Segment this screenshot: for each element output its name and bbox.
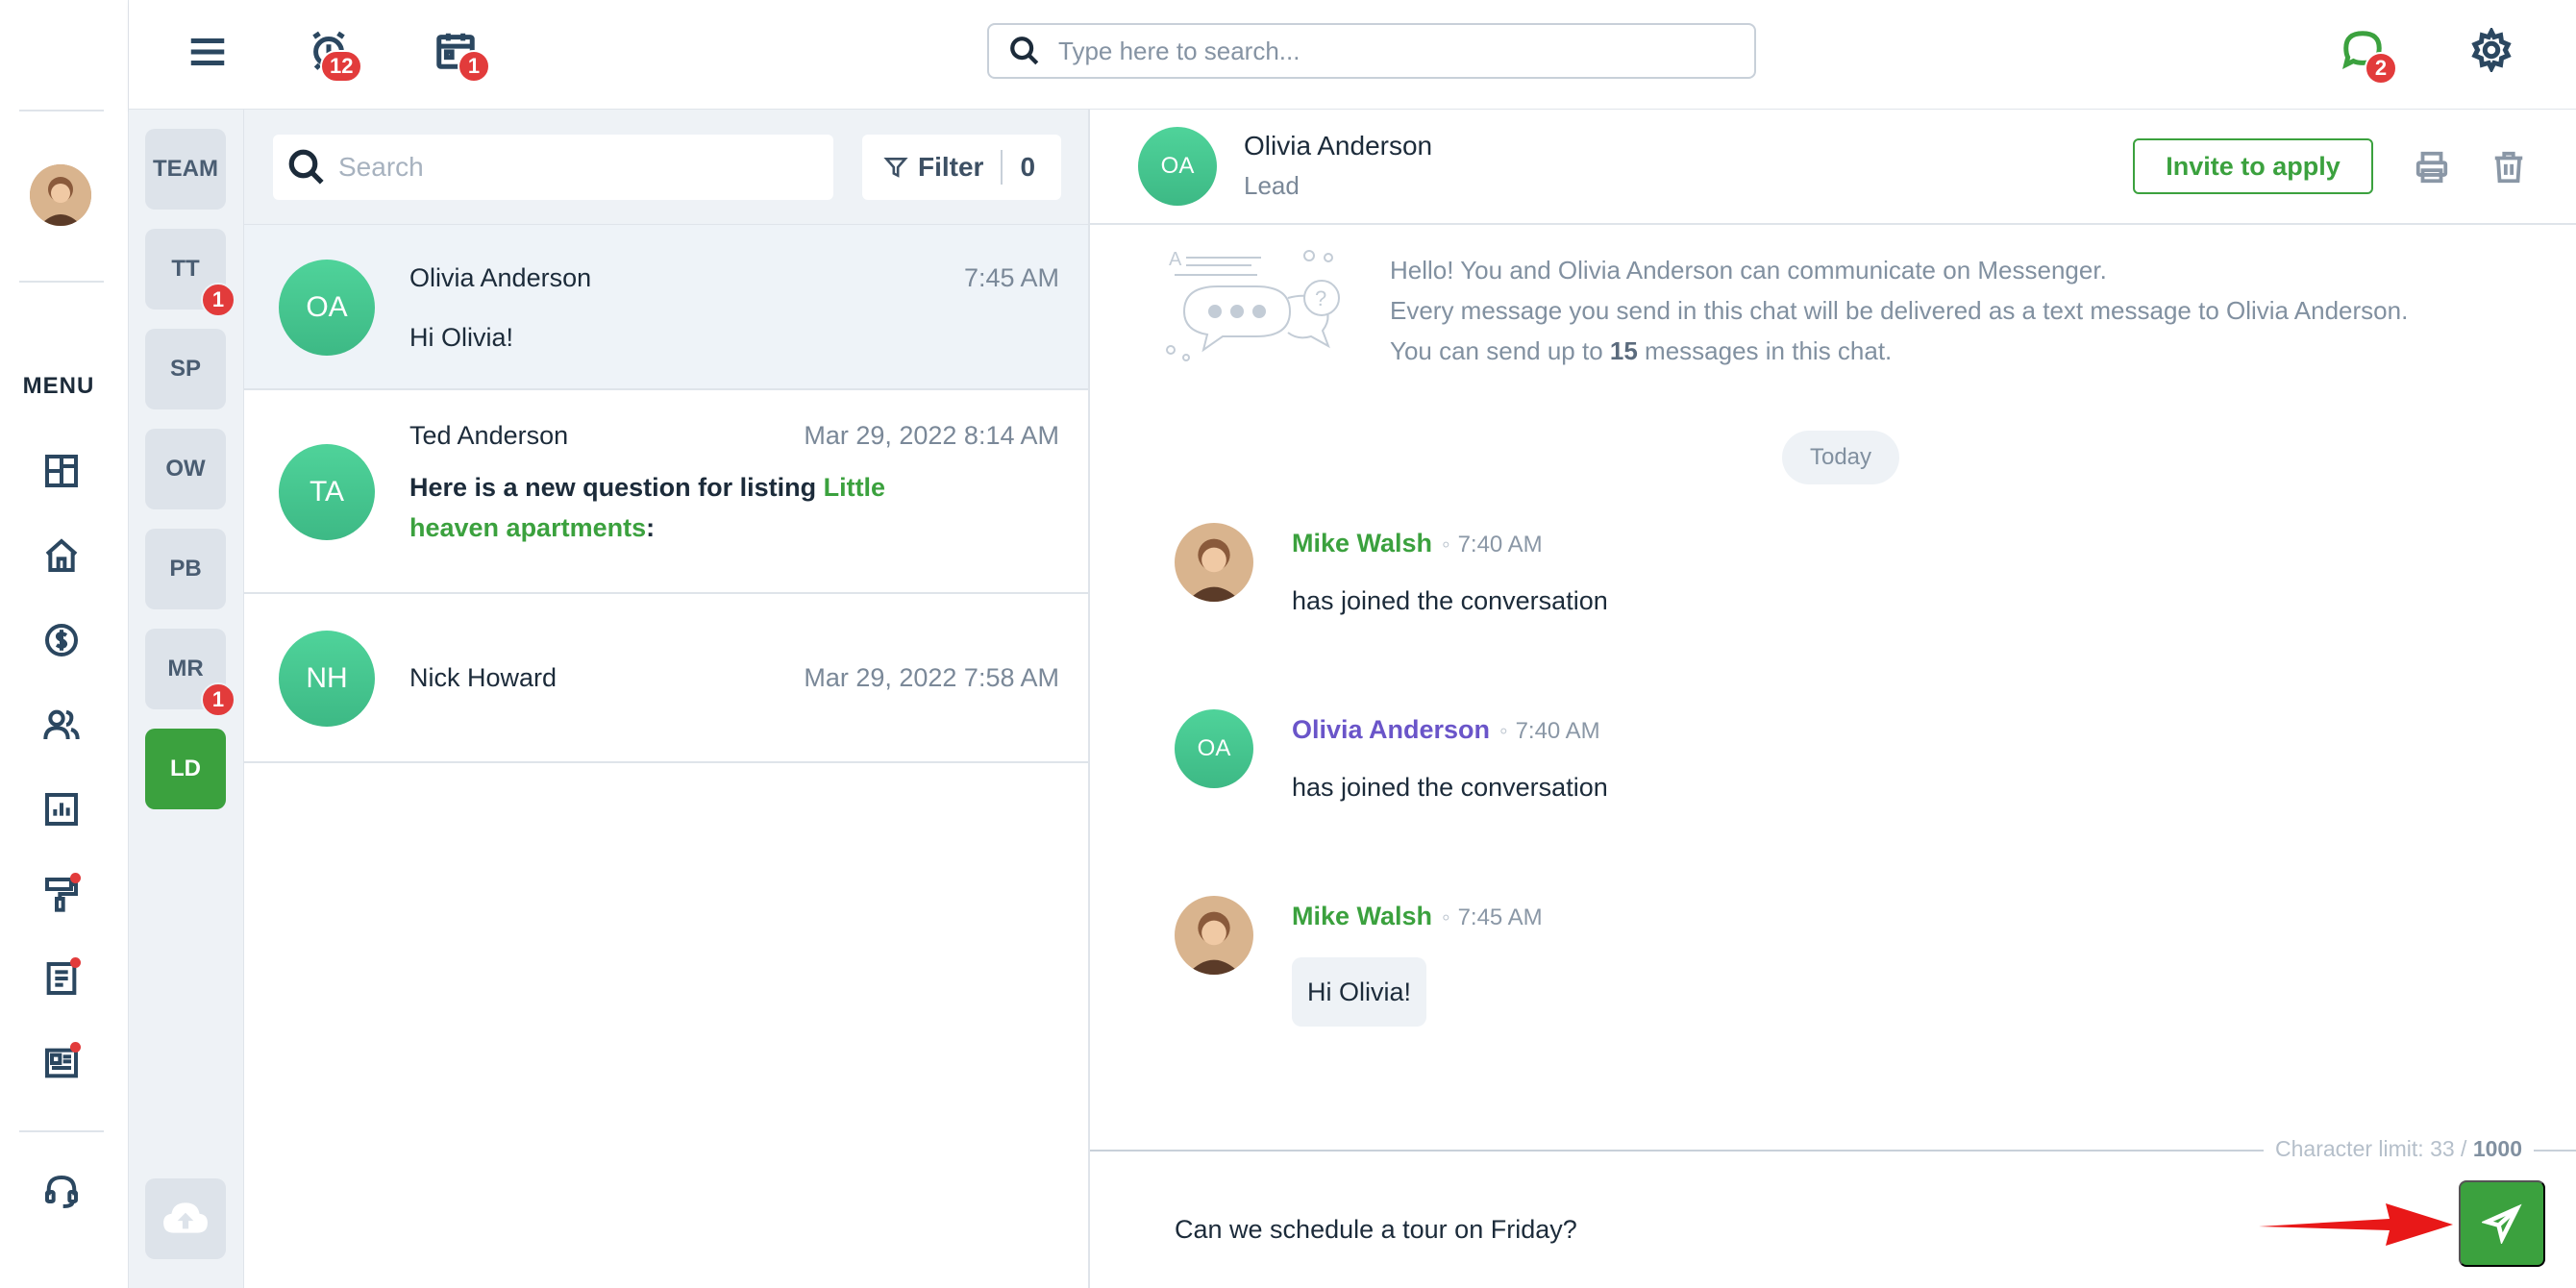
channel-pb[interactable]: PB (145, 529, 226, 609)
gear-icon[interactable] (2465, 23, 2518, 77)
sender-avatar (1175, 523, 1253, 602)
filter-count: 0 (1020, 152, 1036, 182)
divider (19, 281, 104, 283)
channel-team[interactable]: TEAM (145, 129, 226, 210)
divider (19, 1130, 104, 1132)
avatar: OA (279, 260, 375, 356)
message-sender: Mike Walsh7:40 AM (1292, 529, 1543, 558)
document-icon[interactable] (38, 955, 85, 1002)
channel-badge: 1 (201, 682, 235, 717)
cloud-upload-button[interactable] (145, 1178, 226, 1259)
chart-icon[interactable] (38, 786, 85, 832)
channel-tt[interactable]: TT 1 (145, 229, 235, 317)
conversation-list: Filter 0 OA Olivia Anderson 7:45 AM Hi O… (244, 110, 1090, 1288)
calendar-badge: 1 (458, 50, 490, 83)
headset-icon[interactable] (38, 1169, 85, 1215)
conversation-name: Nick Howard (409, 663, 557, 692)
invite-to-apply-button[interactable]: Invite to apply (2133, 138, 2373, 194)
contact-name: Olivia Anderson (1244, 131, 1433, 161)
conversation-name: Ted Anderson (409, 421, 569, 450)
message-time: 7:40 AM (1442, 532, 1543, 557)
message-bubble: Hi Olivia! (1292, 957, 1427, 1027)
svg-text:?: ? (1315, 286, 1326, 310)
dashboard-icon[interactable] (38, 448, 85, 494)
message-sender: Mike Walsh7:45 AM (1292, 902, 1543, 931)
date-divider: Today (1782, 431, 1899, 484)
channel-column: TEAM TT 1 SP OW PB MR 1 LD (129, 110, 244, 1288)
red-arrow-icon (2259, 1203, 2453, 1246)
conversation-name: Olivia Anderson (409, 263, 592, 292)
conversation-item-nick[interactable]: NH Nick Howard Mar 29, 2022 7:58 AM (244, 594, 1088, 763)
avatar: NH (279, 631, 375, 727)
home-icon[interactable] (38, 533, 85, 579)
filter-button[interactable]: Filter 0 (862, 135, 1061, 200)
chat-illustration-icon: A ? (1166, 249, 1340, 361)
users-icon[interactable] (38, 702, 85, 748)
svg-text:A: A (1169, 249, 1182, 270)
conversation-preview: Hi Olivia! (409, 323, 514, 352)
conversation-time: Mar 29, 2022 8:14 AM (804, 421, 1059, 450)
conversation-item-ted[interactable]: TA Ted Anderson Mar 29, 2022 8:14 AM Her… (244, 390, 1088, 594)
notification-dot (70, 957, 81, 968)
menu-label: MENU (22, 373, 95, 399)
search-icon (288, 149, 324, 185)
message-body: has joined the conversation (1292, 586, 1608, 615)
notification-dot (70, 1042, 81, 1053)
conversation-list-header: Filter 0 (244, 110, 1088, 225)
divider (19, 110, 104, 111)
print-icon[interactable] (2411, 146, 2453, 188)
message-time: 7:40 AM (1499, 718, 1600, 744)
search-icon (1010, 37, 1039, 65)
alarm-badge: 12 (320, 50, 363, 83)
channel-ld[interactable]: LD (145, 729, 226, 809)
channel-ow[interactable]: OW (145, 429, 226, 509)
channel-sp[interactable]: SP (145, 329, 226, 409)
message-time: 7:45 AM (1442, 904, 1543, 930)
channel-badge: 1 (201, 283, 235, 317)
global-search[interactable] (987, 23, 1756, 79)
sender-avatar: OA (1175, 709, 1253, 788)
global-search-input[interactable] (1058, 36, 1731, 66)
user-avatar[interactable] (30, 164, 91, 226)
cloud-upload-icon (163, 1202, 208, 1233)
left-rail: MENU (0, 0, 129, 1288)
chat-intro: Hello! You and Olivia Anderson can commu… (1390, 256, 2409, 365)
trash-icon[interactable] (2488, 146, 2530, 188)
contact-avatar: OA (1138, 127, 1217, 206)
chat-header: OA Olivia Anderson Lead Invite to apply (1090, 110, 2576, 225)
dollar-icon[interactable] (38, 617, 85, 663)
hamburger-menu-icon[interactable] (181, 25, 235, 79)
chat-pane: OA Olivia Anderson Lead Invite to apply … (1090, 110, 2576, 1288)
character-limit: Character limit: 33 / 1000 (2264, 1136, 2534, 1162)
paint-roller-icon[interactable] (38, 871, 85, 917)
conversation-search[interactable] (273, 135, 833, 200)
message-body: has joined the conversation (1292, 773, 1608, 802)
send-icon (2482, 1203, 2522, 1244)
avatar: TA (279, 444, 375, 540)
sender-avatar (1175, 896, 1253, 975)
message-sender: Olivia Anderson7:40 AM (1292, 715, 1600, 745)
conversation-item-olivia[interactable]: OA Olivia Anderson 7:45 AM Hi Olivia! (244, 225, 1088, 390)
chat-badge: 2 (2365, 52, 2397, 85)
contact-role: Lead (1244, 171, 1300, 200)
channel-mr[interactable]: MR 1 (145, 629, 235, 717)
send-button[interactable] (2459, 1180, 2545, 1267)
top-bar: 12 1 2 (129, 0, 2576, 110)
conversation-time: 7:45 AM (963, 263, 1059, 292)
conversation-time: Mar 29, 2022 7:58 AM (804, 663, 1059, 692)
notification-dot (70, 873, 81, 883)
filter-icon (883, 158, 908, 178)
conversation-preview: Here is a new question for listing Littl… (409, 473, 886, 542)
conversation-search-input[interactable] (338, 152, 819, 183)
divider (1001, 150, 1003, 185)
newspaper-icon[interactable] (38, 1040, 85, 1086)
message-input[interactable] (1175, 1205, 2328, 1253)
